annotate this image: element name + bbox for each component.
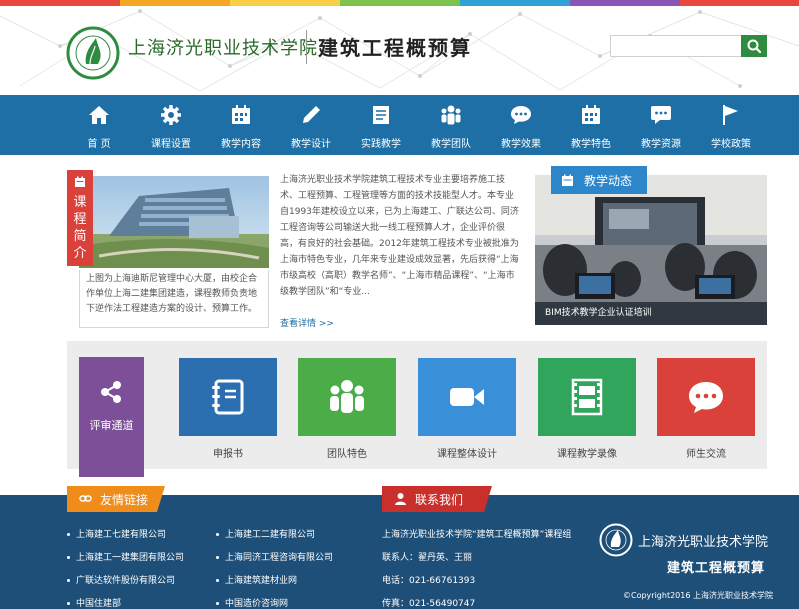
document-icon [373,106,389,124]
tile-label: 课程整体设计 [437,449,497,460]
nav-item-feature[interactable]: 教学特色 [556,95,626,155]
nav-item-course-setting[interactable]: 课程设置 [136,95,206,155]
flag-icon [723,105,738,125]
nav-label: 教学内容 [221,139,261,150]
tile-course-video[interactable] [538,358,636,436]
contact-title: 联系我们 [415,493,464,507]
intro-tag: 课程简介 [67,170,93,266]
home-icon [89,106,109,124]
tile-label: 课程教学录像 [557,449,617,460]
news-caption[interactable]: BIM技术教学企业认证培训 [535,302,767,325]
search-button[interactable] [741,35,767,57]
chat-icon [511,106,531,124]
friend-link[interactable]: 上海建工七建有限公司 [67,527,166,540]
nav-label: 教学效果 [501,139,541,150]
tile-label: 申报书 [213,449,243,460]
nav-item-effect[interactable]: 教学效果 [486,95,556,155]
nav-label: 教学团队 [431,139,471,150]
friend-link[interactable]: 上海建筑建材业网 [216,573,297,586]
contact-course-group: 上海济光职业技术学院“建筑工程概预算”课程组 [382,530,572,540]
contact-person: 联系人：翟丹英、王丽 [382,553,473,563]
nav-label: 首 页 [87,139,111,150]
chat-icon [689,382,723,413]
nav-label: 教学资源 [641,139,681,150]
contact-tab: 联系我们 [382,486,492,512]
copyright: ©Copyright2016 上海济光职业技术学院 [623,591,773,600]
nav-label: 实践教学 [361,139,401,150]
school-name: 上海济光职业技术学院 [128,38,318,59]
nav-item-resource[interactable]: 教学资源 [626,95,696,155]
tile-label: 团队特色 [327,449,367,460]
tile-course-design[interactable] [418,358,516,436]
tile-label: 师生交流 [686,449,726,460]
photo-caption: 上图为上海迪斯尼管理中心大厦，由校企合作单位上海二建集团建造，课程教师负责地下逆… [79,270,269,328]
friend-link[interactable]: 中国住建部 [67,596,121,609]
user-icon [395,493,406,505]
tile-team-feature[interactable] [298,358,396,436]
intro-tag-label: 课程简介 [73,195,87,261]
calendar-icon [232,105,250,124]
friend-link[interactable]: 上海同济工程咨询有限公司 [216,550,333,563]
pencil-icon [303,106,320,123]
building-photo [79,176,269,268]
calendar-icon [75,176,85,187]
tile-application[interactable] [179,358,277,436]
friend-links-tab: 友情链接 [67,486,165,512]
team-icon [330,380,364,413]
chat-icon [651,106,671,124]
film-icon [571,378,603,416]
calendar-icon [582,105,600,124]
friend-link[interactable]: 中国造价咨询网 [216,596,288,609]
search-icon [747,39,762,54]
review-channel-button[interactable]: 评审通道 [79,357,144,477]
nav-item-policy[interactable]: 学校政策 [696,95,766,155]
contact-fax: 传真：021-56490747 [382,599,476,609]
friend-link[interactable]: 广联达软件股份有限公司 [67,573,175,586]
logo-divider [306,30,307,64]
review-channel-label: 评审通道 [89,419,134,432]
nav-item-teaching-design[interactable]: 教学设计 [276,95,346,155]
nav-item-home[interactable]: 首 页 [64,95,134,155]
friend-link[interactable]: 上海建工一建集团有限公司 [67,550,184,563]
news-tag: 教学动态 [551,166,647,194]
news-tag-label: 教学动态 [584,174,633,188]
friend-link[interactable]: 上海建工二建有限公司 [216,527,315,540]
nav-item-team[interactable]: 教学团队 [416,95,486,155]
search-input[interactable] [610,35,742,57]
contact-phone: 电话：021-66761393 [382,576,476,586]
nav-item-practice[interactable]: 实践教学 [346,95,416,155]
footer-course-name: 建筑工程概预算 [667,561,766,576]
main-nav: 首 页 课程设置 教学内容 教学设计 实践教学 教学团队 教学效果 教学特色 教… [0,95,799,155]
read-more-link[interactable]: 查看详情 >> [280,316,334,329]
nav-item-teaching-content[interactable]: 教学内容 [206,95,276,155]
notebook-icon [212,379,244,415]
gear-icon [161,105,181,125]
school-seal-icon [599,523,633,557]
nav-label: 教学设计 [291,139,331,150]
footer-school-name: 上海济光职业技术学院 [638,535,769,550]
team-icon [441,105,461,125]
nav-label: 学校政策 [711,139,751,150]
nav-label: 教学特色 [571,139,611,150]
video-camera-icon [450,388,484,406]
share-icon [101,381,121,403]
link-icon [79,495,92,502]
tile-communication[interactable] [657,358,755,436]
intro-text: 上海济光职业技术学院建筑工程技术专业主要培养施工技术、工程预算、工程管理等方面的… [280,175,519,297]
school-seal-icon [66,26,120,80]
nav-label: 课程设置 [151,139,191,150]
calendar-icon [562,174,573,186]
friend-links-title: 友情链接 [100,493,149,507]
course-title: 建筑工程概预算 [318,36,472,60]
